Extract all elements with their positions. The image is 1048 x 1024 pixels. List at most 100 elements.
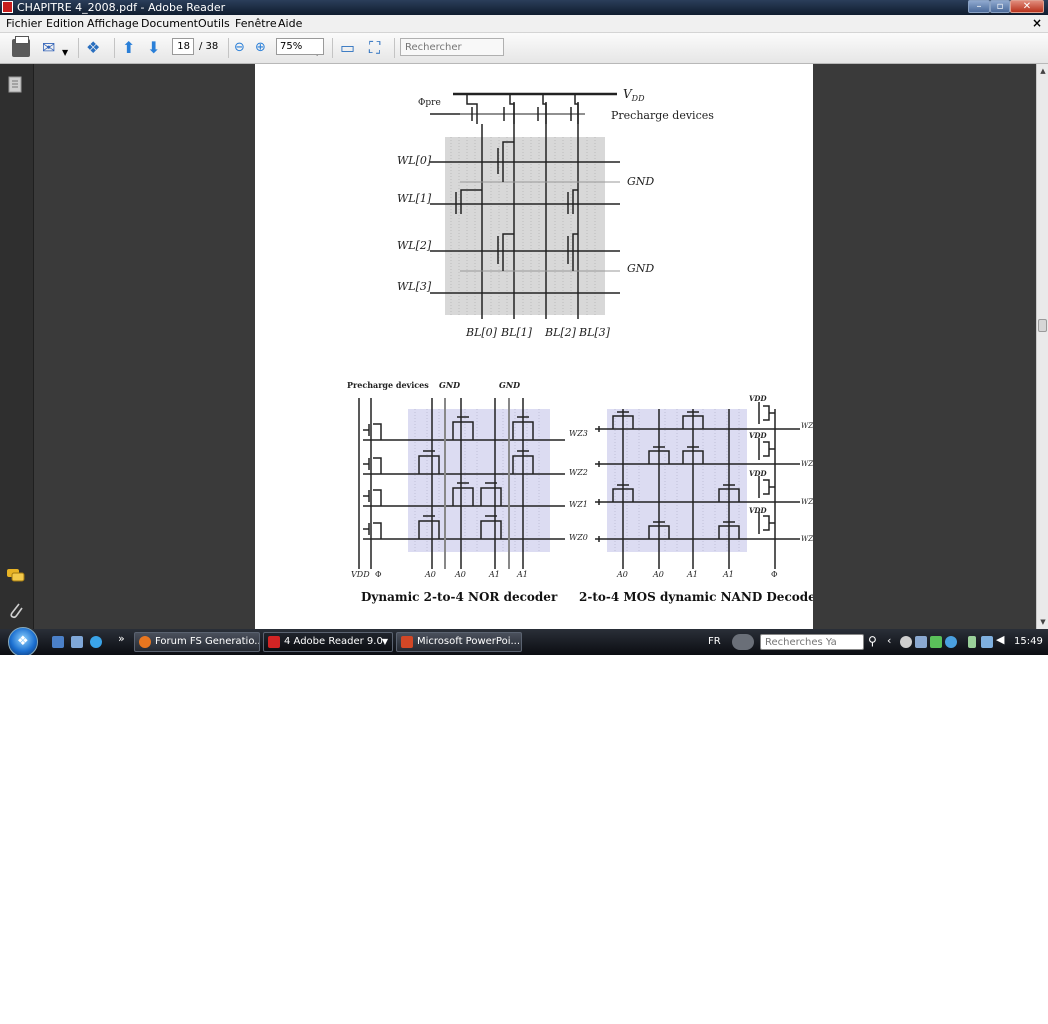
vertical-scrollbar[interactable]: ▲ ▼ <box>1036 64 1048 629</box>
arrow-up-icon[interactable]: ⬆ <box>122 38 135 58</box>
internet-explorer-icon[interactable] <box>90 636 102 648</box>
zoom-input[interactable] <box>276 38 324 55</box>
battery-icon[interactable] <box>968 636 976 648</box>
output-label: WZ2 <box>569 468 588 477</box>
pdf-page[interactable]: VDD Φpre Precharge devices GND GND WL[0]… <box>255 64 813 629</box>
chevron-left-icon[interactable]: ‹ <box>887 634 891 647</box>
vdd-label: VDD <box>749 431 768 440</box>
close-icon: ✕ <box>1022 1 1032 12</box>
language-indicator[interactable]: FR <box>708 636 721 647</box>
close-button[interactable]: ✕ <box>1010 0 1044 13</box>
connection-icon[interactable] <box>981 636 993 648</box>
search-input[interactable] <box>400 38 504 56</box>
adobe-reader-icon <box>2 1 13 13</box>
search-icon[interactable]: ⚲ <box>868 634 877 648</box>
menu-fenetre[interactable]: Fenêtre <box>235 17 277 30</box>
firefox-icon <box>139 636 151 648</box>
vdd-label: VDD <box>749 469 768 478</box>
address-label: A1 <box>516 570 528 579</box>
comments-icon[interactable] <box>6 568 26 584</box>
screen: CHAPITRE 4_2008.pdf - Adobe Reader – ▫ ✕… <box>0 0 1048 655</box>
switch-windows-icon[interactable] <box>71 636 83 648</box>
gnd-label: GND <box>499 380 520 390</box>
vdd-label: VDD <box>749 506 768 515</box>
chevron-down-icon: ▼ <box>381 637 388 646</box>
taskbar-item-adobe-reader[interactable]: 4 Adobe Reader 9.0 ▼ <box>263 632 393 652</box>
page-number-input[interactable] <box>172 38 194 55</box>
phi-label: Φ <box>375 570 382 579</box>
toolbar-separator <box>394 38 395 58</box>
tools-icon[interactable] <box>930 636 942 648</box>
print-icon[interactable] <box>12 36 30 57</box>
menu-outils[interactable]: Outils <box>198 17 230 30</box>
volume-icon[interactable]: ◀ <box>996 633 1004 646</box>
phi-label: Φ <box>771 570 778 579</box>
wordline-label: WL[2] <box>397 239 432 252</box>
output-label: WZ3 <box>569 429 588 438</box>
output-label: WZ1 <box>569 500 588 509</box>
address-label: A0 <box>616 570 628 579</box>
pages-panel-icon[interactable] <box>8 76 24 94</box>
bluetooth-icon[interactable] <box>945 636 957 648</box>
output-label: WZ <box>801 460 813 468</box>
wordline-label: WL[0] <box>397 154 432 167</box>
wordline-label: WL[3] <box>397 280 432 293</box>
gnd-label: GND <box>627 175 654 188</box>
quicklaunch-overflow-icon[interactable]: » <box>118 632 125 645</box>
bitline-label: BL[3] <box>578 326 611 339</box>
zoom-in-icon[interactable]: ⊕ <box>255 38 266 58</box>
nor-decoder-figure: Precharge devices GND GND WZ3 WZ2 WZ1 WZ… <box>347 380 588 604</box>
vdd-subscript: DD <box>631 94 645 103</box>
toolbar: ✉ ▼ ❖ ⬆ ⬇ ⊖ ⊕ ▼ ▭ ⛶ ▼ <box>0 33 1048 64</box>
menu-affichage[interactable]: Affichage <box>87 17 139 30</box>
bitline-label: BL[0] <box>465 326 498 339</box>
toolbar-separator <box>332 38 333 58</box>
start-button[interactable]: ❖ <box>8 627 38 655</box>
taskbar-item-powerpoint[interactable]: Microsoft PowerPoi... <box>396 632 522 652</box>
gnd-label: GND <box>627 262 654 275</box>
menu-bar: Fichier Edition Affichage Document Outil… <box>0 15 1048 33</box>
minimize-icon: – <box>976 1 982 12</box>
title-bar: CHAPITRE 4_2008.pdf - Adobe Reader – ▫ ✕ <box>0 0 1048 15</box>
show-desktop-icon[interactable] <box>52 636 64 648</box>
menu-edition[interactable]: Edition <box>46 17 84 30</box>
collaborate-icon[interactable]: ❖ <box>86 38 100 58</box>
phi-pre-label: Φpre <box>418 98 441 108</box>
fit-page-icon[interactable]: ⛶ <box>369 38 380 58</box>
rom-array-figure: VDD Φpre Precharge devices GND GND WL[0]… <box>397 87 714 339</box>
chevron-down-icon[interactable]: ▼ <box>62 43 68 63</box>
address-label: A1 <box>488 570 500 579</box>
restore-icon: ▫ <box>996 1 1004 12</box>
nor-decoder-caption: Dynamic 2-to-4 NOR decoder <box>361 590 558 604</box>
navigation-pane <box>0 64 34 629</box>
menu-fichier[interactable]: Fichier <box>6 17 42 30</box>
toolbar-separator <box>114 38 115 58</box>
scroll-thumb[interactable] <box>1038 319 1047 332</box>
email-pdf-icon[interactable]: ✉ <box>42 38 55 58</box>
zoom-out-icon[interactable]: ⊖ <box>234 38 245 58</box>
powerpoint-icon <box>401 636 413 648</box>
user-icon[interactable] <box>900 636 912 648</box>
toolbar-separator <box>78 38 79 58</box>
address-label: A0 <box>454 570 466 579</box>
taskbar-item-label: Forum FS Generatio... <box>155 636 260 647</box>
minimize-button[interactable]: – <box>968 0 990 13</box>
menu-document[interactable]: Document <box>141 17 198 30</box>
network-icon[interactable] <box>915 636 927 648</box>
taskbar-item-firefox[interactable]: Forum FS Generatio... <box>134 632 260 652</box>
hp-logo-icon[interactable] <box>732 634 754 650</box>
clock[interactable]: 15:49 <box>1014 636 1043 647</box>
fit-width-icon[interactable]: ▭ <box>340 38 355 58</box>
address-label: A1 <box>722 570 734 579</box>
close-document-icon[interactable]: × <box>1032 16 1042 30</box>
menu-aide[interactable]: Aide <box>278 17 302 30</box>
address-label: A1 <box>686 570 698 579</box>
arrow-down-icon[interactable]: ⬇ <box>147 38 160 58</box>
scroll-down-icon[interactable]: ▼ <box>1038 617 1048 627</box>
toolbar-search-input[interactable] <box>760 634 864 650</box>
attachment-icon[interactable] <box>8 601 24 619</box>
restore-button[interactable]: ▫ <box>990 0 1010 13</box>
array-shading <box>445 137 605 315</box>
scroll-up-icon[interactable]: ▲ <box>1038 66 1048 76</box>
taskbar-item-label: 4 Adobe Reader 9.0 <box>284 636 383 647</box>
